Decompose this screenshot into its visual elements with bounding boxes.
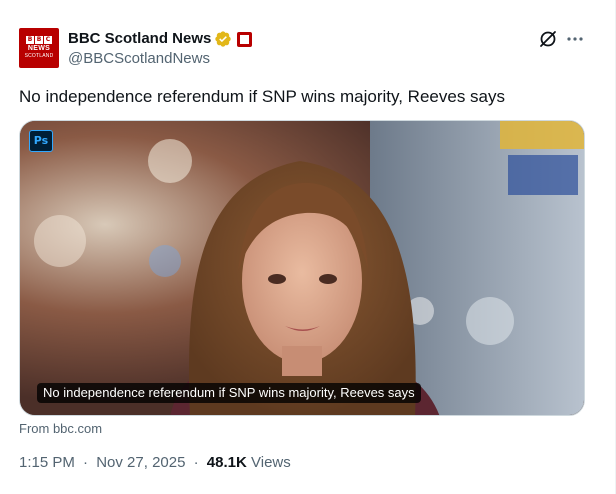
- avatar[interactable]: B B C NEWS SCOTLAND: [19, 28, 59, 68]
- meta-separator: ·: [83, 454, 89, 471]
- verified-badge-icon[interactable]: [214, 30, 232, 48]
- bbc-block-3: C: [44, 36, 52, 44]
- author-display-name[interactable]: BBC Scotland News: [68, 29, 211, 49]
- bbc-block-1: B: [26, 36, 34, 44]
- avatar-news-text: NEWS: [27, 45, 51, 52]
- grok-icon[interactable]: [537, 28, 559, 50]
- link-source[interactable]: From bbc.com: [19, 420, 102, 438]
- bbc-logo-blocks: B B C: [26, 36, 52, 44]
- author-name-row: BBC Scotland News: [68, 29, 253, 49]
- tweet-text: No independence referendum if SNP wins m…: [19, 87, 505, 106]
- author-handle[interactable]: @BBCScotlandNews: [68, 49, 210, 69]
- news-photo: [20, 121, 584, 415]
- avatar-scotland-text: SCOTLAND: [24, 53, 54, 59]
- meta-separator: ·: [193, 454, 199, 471]
- views-label: Views: [251, 454, 291, 471]
- tweet-meta: 1:15 PM · Nov 27, 2025 · 48.1K Views: [19, 453, 291, 473]
- bbc-block-2: B: [35, 36, 43, 44]
- tweet-card[interactable]: B B C NEWS SCOTLAND BBC Scotland News @B…: [0, 0, 616, 494]
- media-caption: No independence referendum if SNP wins m…: [37, 383, 421, 403]
- tweet-time[interactable]: 1:15 PM: [19, 454, 75, 471]
- tweet-date[interactable]: Nov 27, 2025: [96, 454, 185, 471]
- bbc-affiliation-icon[interactable]: [237, 31, 253, 47]
- more-options-icon[interactable]: [564, 28, 586, 50]
- views-count: 48.1K: [206, 454, 247, 471]
- link-card-media[interactable]: Ps No independence referendum if SNP win…: [19, 120, 585, 416]
- photoshop-badge-icon: Ps: [29, 130, 53, 152]
